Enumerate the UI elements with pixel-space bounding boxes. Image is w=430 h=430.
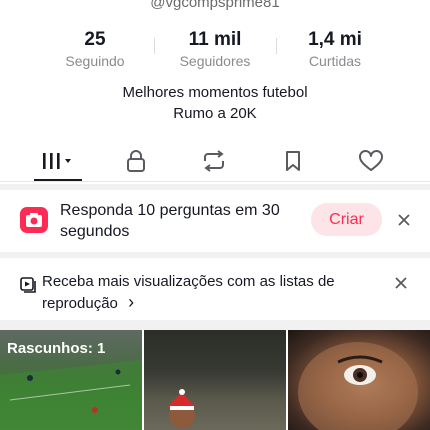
following-count: 25 bbox=[84, 29, 106, 50]
stat-likes[interactable]: 1,4 mi Curtidas bbox=[280, 28, 390, 70]
profile-tabs bbox=[0, 140, 430, 182]
likes-count: 1,4 mi bbox=[308, 29, 362, 50]
video-grid: Rascunhos: 1 bbox=[0, 330, 430, 430]
likes-label: Curtidas bbox=[308, 53, 362, 69]
playlist-icon bbox=[20, 277, 37, 294]
quiz-banner-text: Responda 10 perguntas em 30 segundos bbox=[60, 202, 280, 240]
tab-selected-indicator bbox=[34, 179, 82, 181]
chevron-right-icon: › bbox=[128, 292, 135, 312]
followers-count: 11 mil bbox=[188, 29, 242, 50]
lock-icon bbox=[127, 150, 145, 172]
tab-private[interactable] bbox=[112, 144, 160, 178]
tab-liked[interactable] bbox=[347, 144, 395, 178]
close-icon[interactable] bbox=[392, 274, 410, 292]
tab-reposts[interactable] bbox=[190, 144, 238, 178]
drafts-label: Rascunhos: 1 bbox=[7, 340, 106, 357]
drafts-thumbnail[interactable]: Rascunhos: 1 bbox=[0, 330, 142, 430]
stat-divider bbox=[276, 38, 277, 54]
playlist-banner[interactable]: Receba mais visualizações com as listas … bbox=[0, 258, 430, 320]
create-button[interactable]: Criar bbox=[311, 203, 382, 236]
video-thumbnail[interactable] bbox=[288, 330, 430, 430]
playlist-banner-text: Receba mais visualizações com as listas … bbox=[42, 272, 362, 314]
playlist-banner-label: Receba mais visualizações com as listas … bbox=[42, 273, 335, 312]
heart-icon bbox=[359, 150, 383, 171]
tab-videos[interactable] bbox=[34, 144, 82, 178]
bio-line: Melhores momentos futebol bbox=[122, 84, 308, 101]
tab-favorites[interactable] bbox=[269, 144, 317, 178]
section-separator bbox=[0, 320, 430, 330]
followers-label: Seguidores bbox=[179, 53, 251, 69]
following-label: Seguindo bbox=[65, 53, 125, 69]
profile-stats: 25 Seguindo 11 mil Seguidores 1,4 mi Cur… bbox=[0, 28, 430, 72]
stat-following[interactable]: 25 Seguindo bbox=[40, 28, 150, 70]
stat-followers[interactable]: 11 mil Seguidores bbox=[160, 28, 270, 70]
camera-icon bbox=[20, 207, 48, 233]
bookmark-icon bbox=[286, 151, 300, 171]
bio-line: Rumo a 20K bbox=[173, 105, 257, 122]
grid-icon bbox=[43, 153, 71, 169]
quiz-banner[interactable]: Responda 10 perguntas em 30 segundos Cri… bbox=[0, 190, 430, 252]
username: @vgcompsprime81 bbox=[150, 0, 280, 11]
profile-bio: Melhores momentos futebol Rumo a 20K bbox=[0, 82, 430, 124]
stat-divider bbox=[154, 38, 155, 54]
repost-icon bbox=[204, 150, 224, 172]
video-thumbnail[interactable] bbox=[144, 330, 286, 430]
close-icon[interactable] bbox=[395, 211, 413, 229]
